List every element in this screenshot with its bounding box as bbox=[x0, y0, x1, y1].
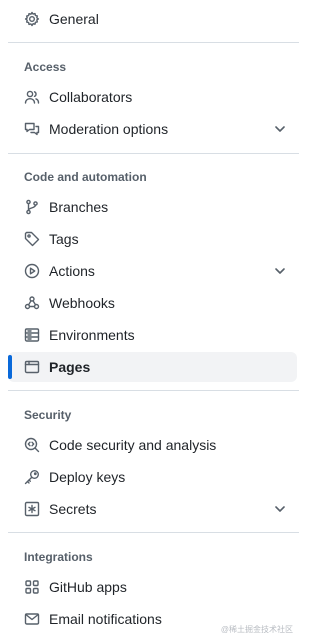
play-icon bbox=[24, 263, 40, 279]
section-title-integrations: Integrations bbox=[24, 550, 93, 564]
git-branch-icon bbox=[24, 199, 40, 215]
sidebar-item-deploy-keys[interactable]: Deploy keys bbox=[8, 462, 297, 492]
sidebar-item-label: Deploy keys bbox=[49, 469, 126, 485]
webhook-icon bbox=[24, 295, 40, 311]
watermark: @稀土掘金技术社区 bbox=[220, 625, 293, 634]
section-divider bbox=[8, 390, 299, 391]
section-title-security: Security bbox=[24, 408, 72, 422]
settings-sidebar: General Access Collaborators Moderation … bbox=[0, 0, 299, 641]
section-divider bbox=[8, 42, 299, 43]
sidebar-item-environments[interactable]: Environments bbox=[8, 320, 297, 350]
section-divider bbox=[8, 532, 299, 533]
asterisk-icon bbox=[24, 501, 40, 517]
sidebar-item-label: Environments bbox=[49, 327, 135, 343]
sidebar-item-label: Email notifications bbox=[49, 611, 162, 627]
sidebar-item-label: Code security and analysis bbox=[49, 437, 217, 453]
server-icon bbox=[24, 327, 40, 343]
sidebar-item-label: Webhooks bbox=[49, 295, 115, 311]
active-indicator bbox=[8, 355, 12, 379]
sidebar-item-pages[interactable]: Pages bbox=[8, 352, 297, 382]
section-title-code-and-automation: Code and automation bbox=[24, 170, 147, 184]
key-icon bbox=[24, 469, 40, 485]
chevron-down-icon[interactable] bbox=[273, 264, 287, 278]
apps-icon bbox=[24, 579, 40, 595]
tag-icon bbox=[24, 231, 40, 247]
browser-icon bbox=[24, 359, 40, 375]
sidebar-item-label: GitHub apps bbox=[49, 579, 127, 595]
sidebar-item-github-apps[interactable]: GitHub apps bbox=[8, 572, 297, 602]
sidebar-item-code-security[interactable]: Code security and analysis bbox=[8, 430, 297, 460]
sidebar-item-label: Actions bbox=[49, 263, 95, 279]
sidebar-item-label: General bbox=[49, 11, 99, 27]
sidebar-item-actions[interactable]: Actions bbox=[8, 256, 297, 286]
sidebar-item-label: Collaborators bbox=[49, 89, 133, 105]
codescan-icon bbox=[24, 437, 40, 453]
sidebar-item-branches[interactable]: Branches bbox=[8, 192, 297, 222]
mail-icon bbox=[24, 611, 40, 627]
comment-discussion-icon bbox=[24, 121, 40, 137]
sidebar-item-label: Secrets bbox=[49, 501, 97, 517]
section-title-access: Access bbox=[24, 60, 67, 74]
sidebar-item-moderation-options[interactable]: Moderation options bbox=[8, 114, 297, 144]
sidebar-item-label: Tags bbox=[49, 231, 79, 247]
sidebar-item-tags[interactable]: Tags bbox=[8, 224, 297, 254]
gear-icon bbox=[24, 11, 40, 27]
chevron-down-icon[interactable] bbox=[273, 122, 287, 136]
sidebar-item-label: Pages bbox=[49, 359, 91, 375]
sidebar-item-secrets[interactable]: Secrets bbox=[8, 494, 297, 524]
sidebar-item-general[interactable]: General bbox=[8, 4, 297, 34]
people-icon bbox=[24, 89, 40, 105]
sidebar-item-collaborators[interactable]: Collaborators bbox=[8, 82, 297, 112]
section-divider bbox=[8, 153, 299, 154]
sidebar-item-webhooks[interactable]: Webhooks bbox=[8, 288, 297, 318]
sidebar-item-label: Moderation options bbox=[49, 121, 169, 137]
sidebar-item-label: Branches bbox=[49, 199, 109, 215]
chevron-down-icon[interactable] bbox=[273, 502, 287, 516]
